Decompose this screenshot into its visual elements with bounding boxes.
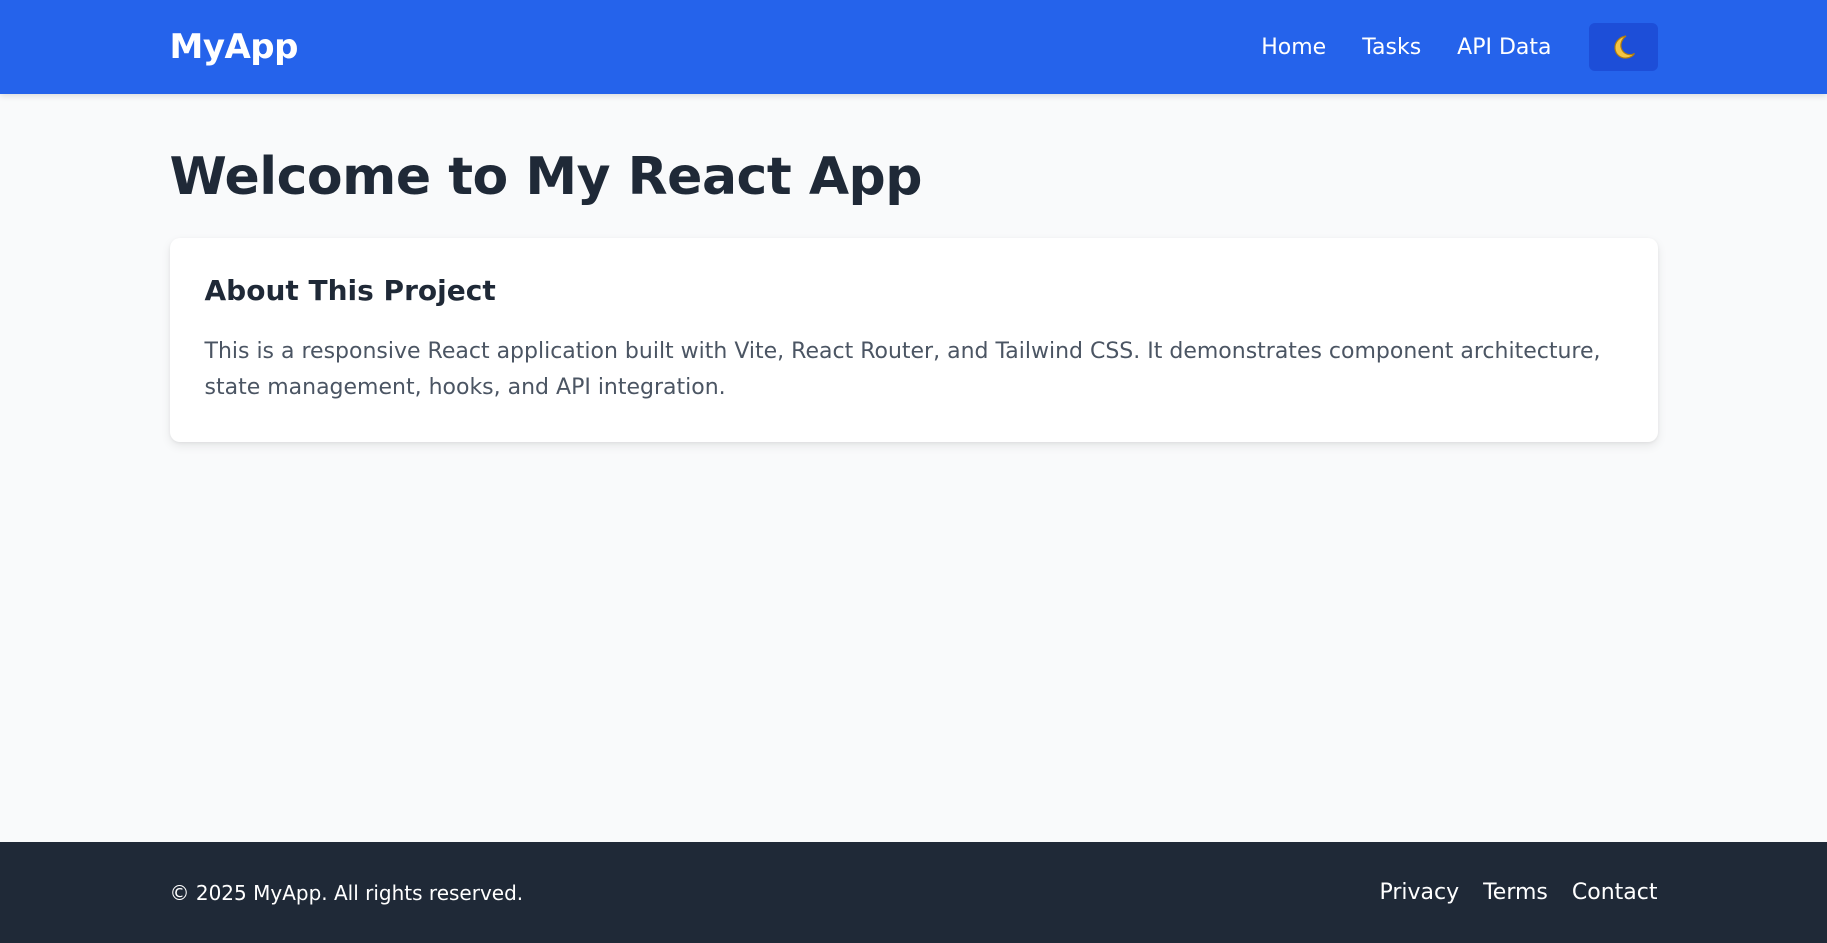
copyright-text: © 2025 MyApp. All rights reserved. [169, 880, 524, 905]
footer: © 2025 MyApp. All rights reserved. Priva… [0, 842, 1827, 943]
navbar-container: MyApp Home Tasks API Data [170, 0, 1658, 94]
footer-link-terms[interactable]: Terms [1483, 880, 1548, 905]
brand-logo-link[interactable]: MyApp [170, 27, 299, 67]
primary-nav: Home Tasks API Data [1261, 23, 1658, 71]
footer-link-contact[interactable]: Contact [1572, 880, 1658, 905]
nav-link-tasks[interactable]: Tasks [1362, 35, 1421, 60]
about-card-text: This is a responsive React application b… [204, 338, 1601, 400]
footer-container: © 2025 MyApp. All rights reserved. Priva… [170, 842, 1658, 943]
theme-toggle-button[interactable] [1588, 23, 1658, 71]
page-title: Welcome to My React App [169, 147, 923, 207]
navbar: MyApp Home Tasks API Data [0, 0, 1827, 94]
main-content: Welcome to My React App About This Proje… [0, 94, 1827, 842]
nav-link-api-data[interactable]: API Data [1457, 35, 1551, 60]
nav-link-home[interactable]: Home [1261, 35, 1326, 60]
app-root: MyApp Home Tasks API Data Welcome to My … [0, 0, 1827, 943]
main-container: Welcome to My React App About This Proje… [169, 146, 1658, 442]
moon-icon [1609, 33, 1637, 61]
about-card: About This Project This is a responsive … [169, 238, 1658, 442]
footer-nav: Privacy Terms Contact [1379, 880, 1657, 905]
about-card-title: About This Project [204, 274, 496, 308]
footer-link-privacy[interactable]: Privacy [1379, 880, 1459, 905]
